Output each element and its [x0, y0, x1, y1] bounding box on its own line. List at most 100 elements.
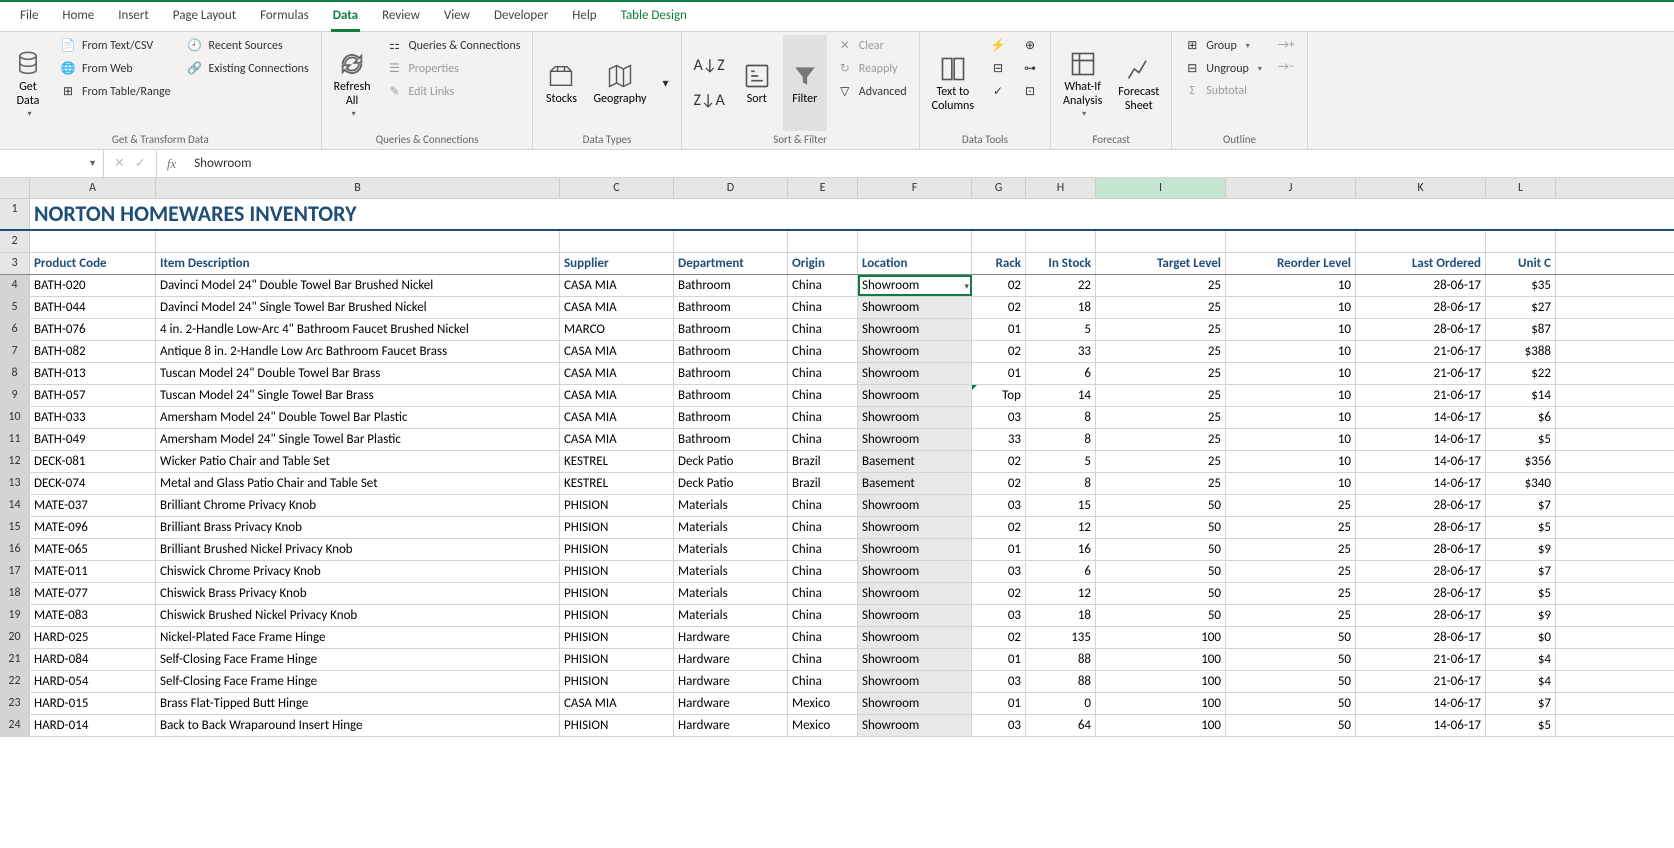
cell-desc[interactable]: Brass Flat-Tipped Butt Hinge	[156, 693, 560, 714]
cell-stock[interactable]: 33	[1026, 341, 1096, 362]
cell-target[interactable]: 25	[1096, 363, 1226, 384]
cell-origin[interactable]: China	[788, 605, 858, 626]
cell-blank[interactable]	[788, 231, 858, 252]
cell-reorder[interactable]: 10	[1226, 451, 1356, 472]
cell-location[interactable]: Showroom	[858, 385, 972, 406]
cell-target[interactable]: 50	[1096, 605, 1226, 626]
cell-dept[interactable]: Bathroom	[674, 319, 788, 340]
cell-reorder[interactable]: 10	[1226, 319, 1356, 340]
cell-target[interactable]: 25	[1096, 297, 1226, 318]
cell-date[interactable]: 28-06-17	[1356, 539, 1486, 560]
cell-rack[interactable]: 03	[972, 495, 1026, 516]
cell-reorder[interactable]: 10	[1226, 363, 1356, 384]
cell-supplier[interactable]: PHISION	[560, 495, 674, 516]
cell-blank[interactable]	[1486, 231, 1556, 252]
cell-target[interactable]: 25	[1096, 451, 1226, 472]
cell-rack[interactable]: 02	[972, 627, 1026, 648]
cell-stock[interactable]: 18	[1026, 605, 1096, 626]
cell-location[interactable]: Showroom	[858, 583, 972, 604]
what-if-analysis-button[interactable]: What-IfAnalysis	[1057, 35, 1108, 131]
cell-unit[interactable]: $5	[1486, 715, 1556, 736]
cell-supplier[interactable]: PHISION	[560, 715, 674, 736]
cell-date[interactable]: 21-06-17	[1356, 363, 1486, 384]
cell-stock[interactable]: 8	[1026, 473, 1096, 494]
cell-code[interactable]: HARD-014	[30, 715, 156, 736]
row-header-15[interactable]: 15	[0, 517, 30, 538]
cell-code[interactable]: BATH-033	[30, 407, 156, 428]
sort-desc-button[interactable]: Z↓A	[688, 88, 731, 113]
cell-date[interactable]: 14-06-17	[1356, 407, 1486, 428]
cell-dept[interactable]: Bathroom	[674, 429, 788, 450]
row-header-6[interactable]: 6	[0, 319, 30, 340]
cell-reorder[interactable]: 25	[1226, 495, 1356, 516]
cell-location[interactable]: Showroom	[858, 627, 972, 648]
cell-origin[interactable]: China	[788, 671, 858, 692]
remove-duplicates-button[interactable]: ⊟	[984, 58, 1012, 79]
cell-dept[interactable]: Bathroom	[674, 407, 788, 428]
cell-blank[interactable]	[858, 231, 972, 252]
cell-dept[interactable]: Bathroom	[674, 297, 788, 318]
cell-origin[interactable]: China	[788, 275, 858, 296]
geography-button[interactable]: Geography	[587, 35, 652, 131]
cell-stock[interactable]: 15	[1026, 495, 1096, 516]
cell-dept[interactable]: Materials	[674, 561, 788, 582]
cell-unit[interactable]: $27	[1486, 297, 1556, 318]
cell-desc[interactable]: Antique 8 in. 2-Handle Low Arc Bathroom …	[156, 341, 560, 362]
cell-date[interactable]: 21-06-17	[1356, 649, 1486, 670]
cell-origin[interactable]: Mexico	[788, 693, 858, 714]
chevron-down-icon[interactable]: ▼	[88, 158, 97, 169]
cell-supplier[interactable]: CASA MIA	[560, 297, 674, 318]
cell-supplier[interactable]: PHISION	[560, 671, 674, 692]
cell-unit[interactable]: $7	[1486, 495, 1556, 516]
cell-stock[interactable]: 6	[1026, 363, 1096, 384]
cell-desc[interactable]: Amersham Model 24" Double Towel Bar Plas…	[156, 407, 560, 428]
cell-unit[interactable]: $0	[1486, 627, 1556, 648]
cell-target[interactable]: 100	[1096, 649, 1226, 670]
cell-rack[interactable]: 03	[972, 407, 1026, 428]
cell-stock[interactable]: 88	[1026, 671, 1096, 692]
cell-origin[interactable]: China	[788, 363, 858, 384]
cell-dept[interactable]: Materials	[674, 517, 788, 538]
refresh-all-button[interactable]: RefreshAll	[328, 35, 377, 131]
cell-desc[interactable]: Amersham Model 24" Single Towel Bar Plas…	[156, 429, 560, 450]
group-button[interactable]: ⊞Group	[1178, 35, 1268, 56]
cell-rack[interactable]: Top	[972, 385, 1026, 406]
row-header-7[interactable]: 7	[0, 341, 30, 362]
cell-unit[interactable]: $7	[1486, 561, 1556, 582]
cell-location[interactable]: Showroom	[858, 561, 972, 582]
cell-stock[interactable]: 0	[1026, 693, 1096, 714]
column-header-C[interactable]: C	[560, 178, 674, 198]
cell-rack[interactable]: 33	[972, 429, 1026, 450]
table-header-11[interactable]: Unit C	[1486, 253, 1556, 274]
cell-rack[interactable]: 01	[972, 363, 1026, 384]
cell-stock[interactable]: 16	[1026, 539, 1096, 560]
cell-origin[interactable]: Brazil	[788, 451, 858, 472]
cell-location[interactable]: Showroom	[858, 539, 972, 560]
queries-connections-button[interactable]: ⚏Queries & Connections	[381, 35, 527, 56]
cell-desc[interactable]: Davinci Model 24" Single Towel Bar Brush…	[156, 297, 560, 318]
formula-input[interactable]: Showroom	[186, 156, 1674, 171]
cell-stock[interactable]: 64	[1026, 715, 1096, 736]
select-all-corner[interactable]	[0, 178, 30, 198]
cell-rack[interactable]: 02	[972, 517, 1026, 538]
data-validation-button[interactable]: ✓	[984, 81, 1012, 102]
cell-unit[interactable]: $7	[1486, 693, 1556, 714]
cell-supplier[interactable]: CASA MIA	[560, 363, 674, 384]
cell-target[interactable]: 25	[1096, 275, 1226, 296]
cell-code[interactable]: BATH-049	[30, 429, 156, 450]
row-header-14[interactable]: 14	[0, 495, 30, 516]
column-header-B[interactable]: B	[156, 178, 560, 198]
cell-stock[interactable]: 8	[1026, 429, 1096, 450]
cell-desc[interactable]: 4 in. 2-Handle Low-Arc 4" Bathroom Fauce…	[156, 319, 560, 340]
filter-button[interactable]: Filter	[783, 35, 827, 131]
cell-desc[interactable]: Chiswick Brushed Nickel Privacy Knob	[156, 605, 560, 626]
cell-target[interactable]: 25	[1096, 407, 1226, 428]
cell-location[interactable]: Showroom	[858, 275, 972, 296]
table-header-8[interactable]: Target Level	[1096, 253, 1226, 274]
cell-supplier[interactable]: CASA MIA	[560, 275, 674, 296]
name-box[interactable]: ▼	[0, 150, 104, 177]
row-header-22[interactable]: 22	[0, 671, 30, 692]
tab-table-design[interactable]: Table Design	[609, 2, 699, 31]
cell-reorder[interactable]: 10	[1226, 341, 1356, 362]
cell-stock[interactable]: 6	[1026, 561, 1096, 582]
